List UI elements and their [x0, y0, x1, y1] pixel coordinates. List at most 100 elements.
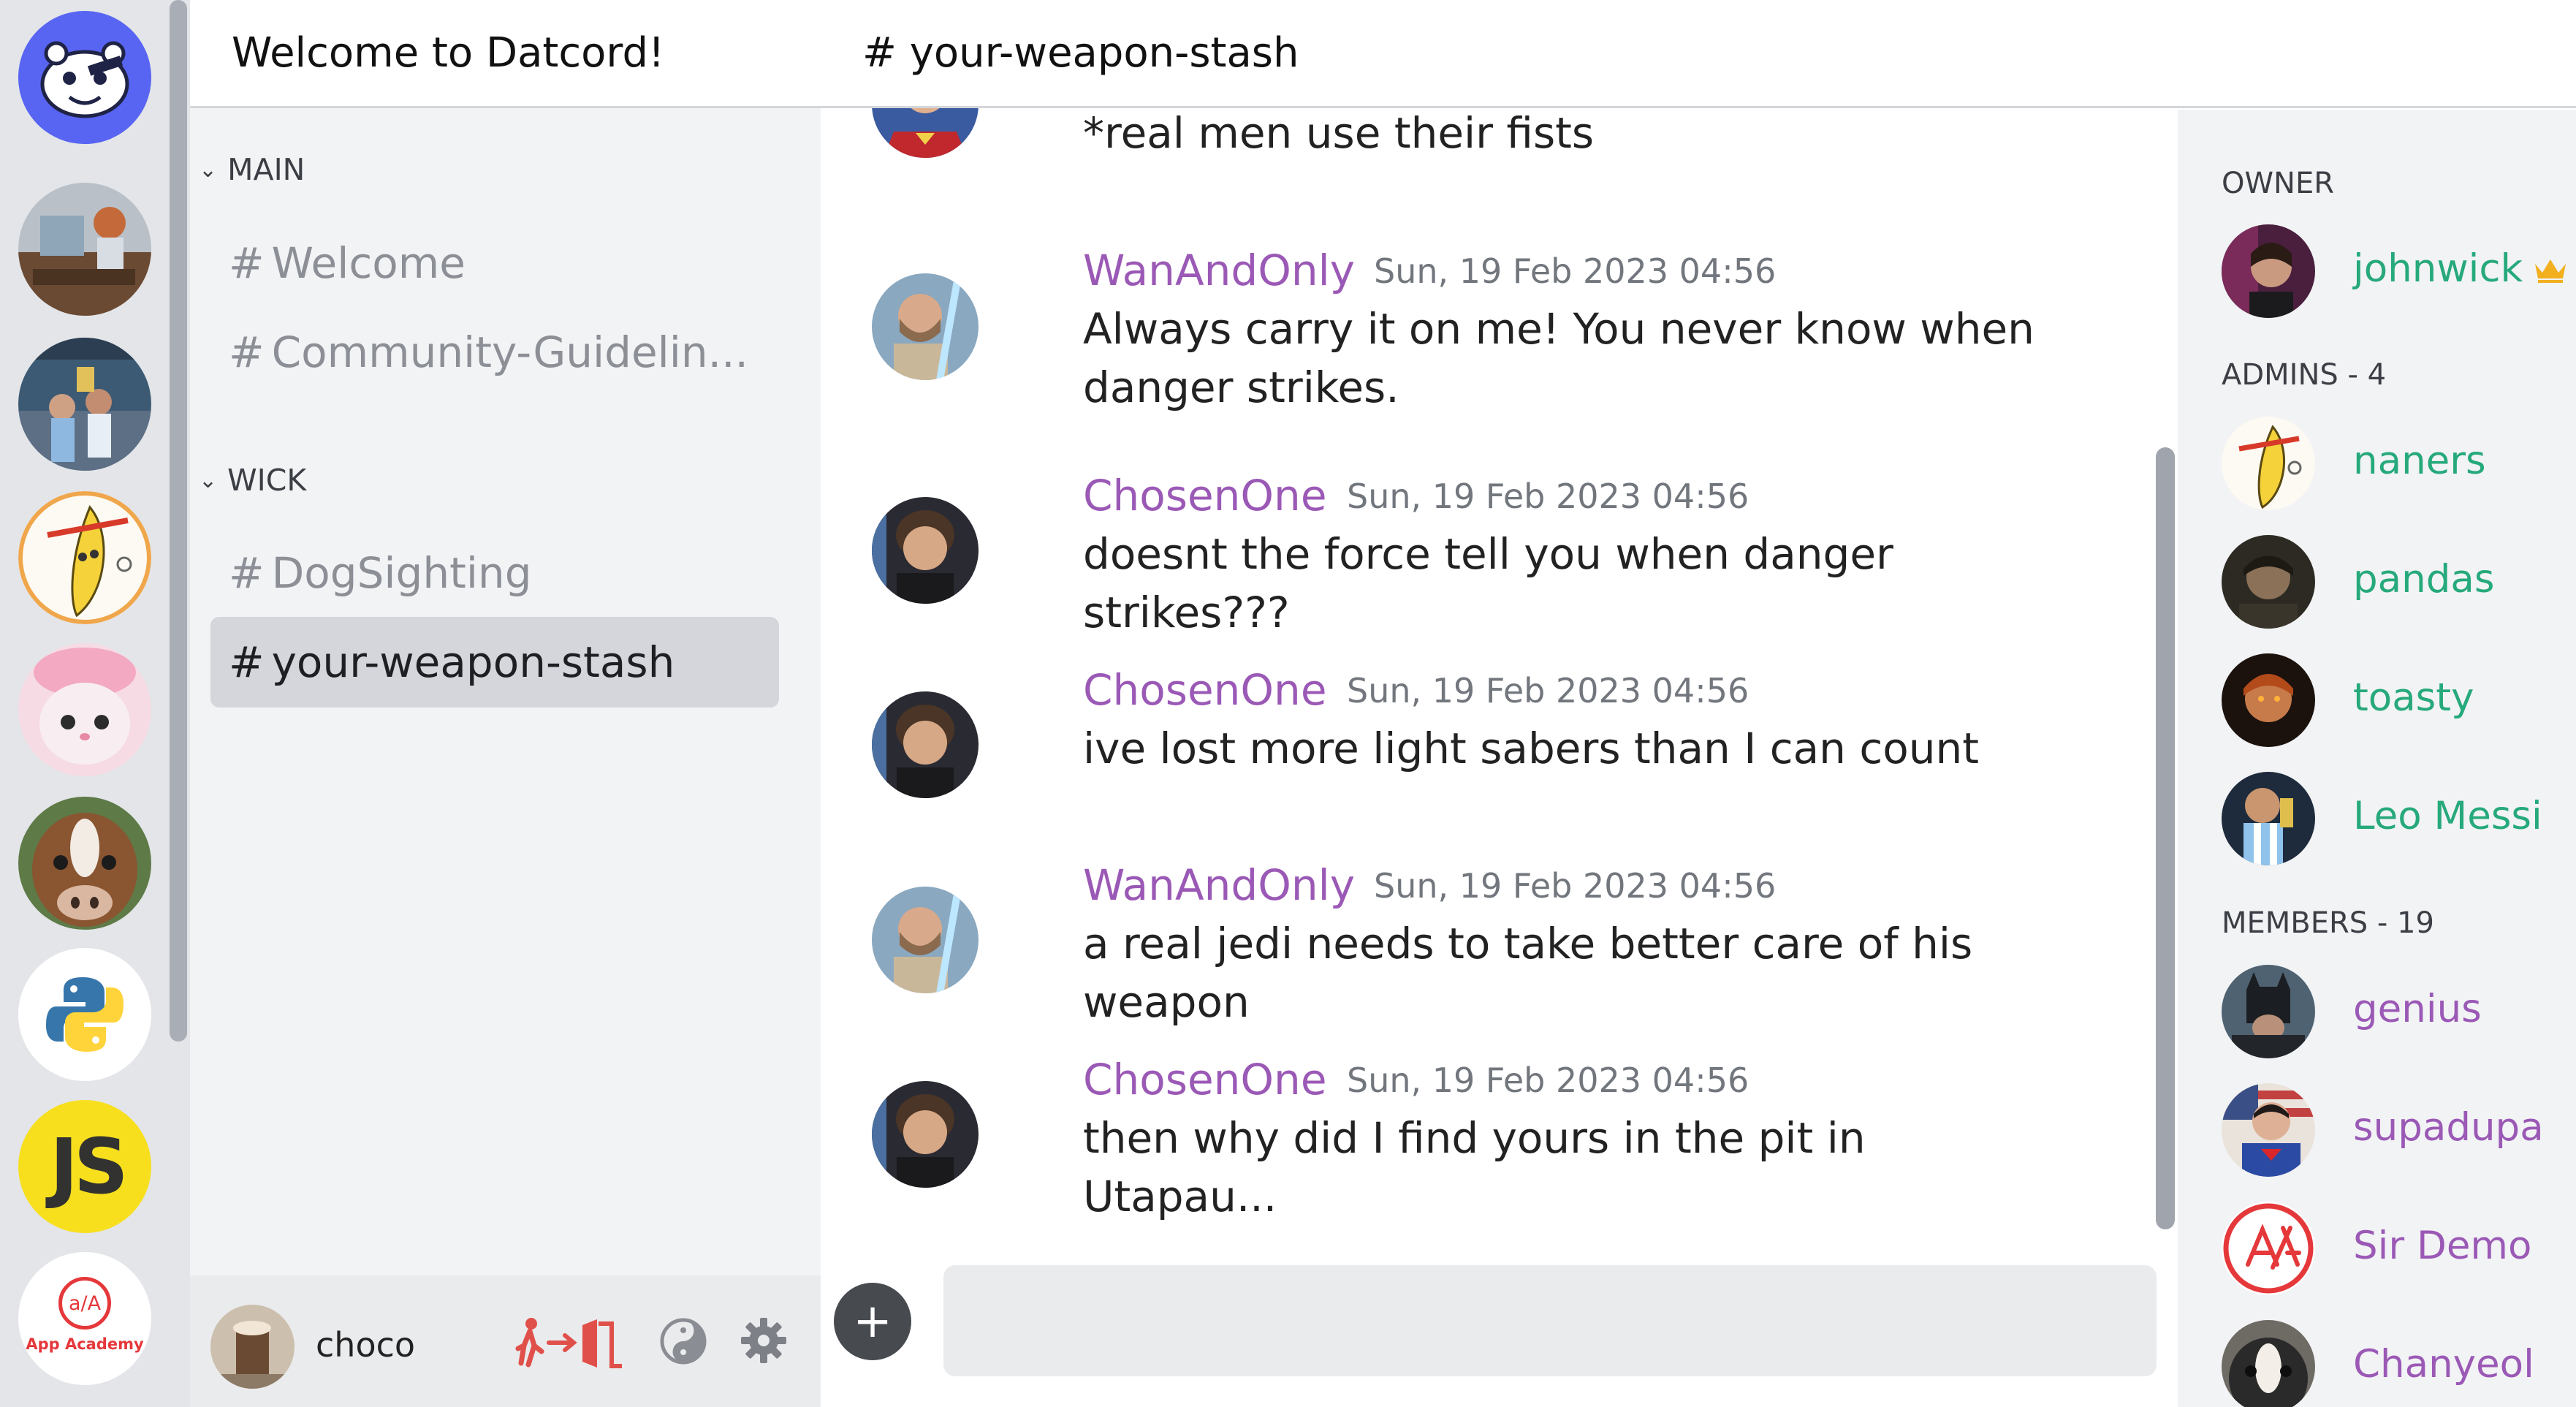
avatar — [2222, 965, 2315, 1058]
pink-cat-server-icon[interactable] — [18, 643, 151, 776]
category-label: WICK — [227, 463, 307, 498]
message-author[interactable]: WanAndOnly — [1083, 246, 1355, 295]
member-name: johnwick — [2353, 246, 2523, 291]
group-title-members: MEMBERS - 19 — [2222, 906, 2434, 940]
member-name: Sir Demo — [2353, 1224, 2532, 1268]
gear-icon[interactable] — [740, 1316, 788, 1365]
member-name: supadupa — [2353, 1105, 2544, 1150]
crown-icon — [2535, 259, 2566, 283]
message-author[interactable]: WanAndOnly — [1083, 860, 1355, 910]
category-main[interactable]: ⌄ MAIN — [199, 152, 305, 187]
member-item[interactable]: naners — [2222, 417, 2576, 512]
avatar[interactable] — [210, 1305, 295, 1389]
server-rail-scrollbar[interactable] — [170, 0, 187, 1042]
avatar[interactable] — [872, 497, 979, 604]
channel-community-guidelines[interactable]: # Community-Guidelin... — [210, 307, 779, 398]
server-rail: JS a/A App Academy — [0, 0, 190, 1407]
message-text: doesnt the force tell you when danger st… — [1083, 529, 1893, 637]
avatar[interactable] — [872, 273, 979, 380]
avatar — [2222, 224, 2315, 318]
member-item[interactable]: toasty — [2222, 653, 2576, 748]
avatar[interactable] — [872, 691, 979, 798]
banana-server-icon[interactable] — [18, 491, 151, 624]
member-item[interactable]: johnwick — [2222, 224, 2576, 319]
category-wick[interactable]: ⌄ WICK — [199, 463, 306, 498]
message-author[interactable]: ChosenOne — [1083, 1055, 1327, 1104]
member-name: Leo Messi — [2353, 794, 2542, 838]
message: ChosenOne Sun, 19 Feb 2023 04:56 doesnt … — [872, 471, 2114, 637]
member-name: pandas — [2353, 557, 2495, 602]
channel-label: your-weapon-stash — [271, 637, 675, 687]
message-text: ive lost more light sabers than I can co… — [1083, 724, 1980, 773]
channel-welcome[interactable]: # Welcome — [210, 218, 779, 308]
chevron-down-icon: ⌄ — [199, 156, 218, 183]
chat-scrollbar[interactable] — [2156, 447, 2175, 1229]
group-title-admins: ADMINS - 4 — [2222, 358, 2387, 392]
avatar — [2222, 535, 2315, 629]
message-timestamp: Sun, 19 Feb 2023 04:56 — [1347, 671, 1749, 710]
channel-label: Welcome — [271, 238, 466, 288]
message-text: then why did I find yours in the pit in … — [1083, 1113, 1866, 1221]
channel-label: Community-Guidelin... — [271, 327, 748, 377]
channel-title: # your-weapon-stash — [821, 0, 2576, 108]
member-name: toasty — [2353, 675, 2474, 720]
member-item[interactable]: genius — [2222, 965, 2576, 1060]
message-timestamp: Sun, 19 Feb 2023 04:56 — [1374, 866, 1777, 906]
message: ChosenOne Sun, 19 Feb 2023 04:56 ive los… — [872, 665, 2114, 801]
category-label: MAIN — [227, 152, 305, 187]
message-author[interactable]: ChosenOne — [1083, 471, 1327, 520]
yin-yang-icon[interactable] — [660, 1318, 707, 1365]
message: ChosenOne Sun, 19 Feb 2023 04:56 then wh… — [872, 1055, 2114, 1221]
member-name: genius — [2353, 987, 2482, 1031]
channel-sidebar: Welcome to Datcord! ⌄ MAIN # Welcome # C… — [190, 0, 821, 1407]
member-item[interactable]: Chanyeol — [2222, 1320, 2576, 1407]
group-title-owner: OWNER — [2222, 167, 2335, 200]
add-attachment-button[interactable]: + — [834, 1283, 911, 1360]
member-name: naners — [2353, 439, 2486, 483]
hash-icon: # — [229, 548, 265, 598]
message-text: *real men use their fists — [1083, 108, 1595, 158]
cow-server-icon[interactable] — [18, 797, 151, 930]
member-item[interactable]: Leo Messi — [2222, 772, 2576, 867]
office-server-icon[interactable] — [18, 183, 151, 316]
message: WanAndOnly Sun, 19 Feb 2023 04:56 Always… — [872, 246, 2114, 434]
avatar — [2222, 772, 2315, 865]
avatar — [2222, 417, 2315, 510]
hash-icon: # — [229, 327, 265, 377]
message-author[interactable]: ChosenOne — [1083, 665, 1327, 715]
avatar[interactable] — [872, 1081, 979, 1188]
message-text: a real jedi needs to take better care of… — [1083, 919, 1973, 1027]
app-academy-logo: a/A — [58, 1277, 111, 1330]
message-timestamp: Sun, 19 Feb 2023 04:56 — [1347, 1061, 1749, 1100]
member-item[interactable]: supadupa — [2222, 1083, 2576, 1178]
member-item[interactable]: Sir Demo — [2222, 1202, 2576, 1297]
logout-icon[interactable] — [515, 1313, 632, 1372]
avatar — [2222, 1083, 2315, 1177]
message-input[interactable] — [943, 1265, 2157, 1376]
user-panel: choco — [190, 1275, 821, 1407]
football-server-icon[interactable] — [18, 338, 151, 471]
avatar[interactable] — [872, 887, 979, 993]
member-list: OWNER johnwick ADMINS - 4 naners pandas … — [2178, 110, 2576, 1407]
chat-panel: # your-weapon-stash *real men use their … — [821, 0, 2576, 1407]
avatar — [2222, 1320, 2315, 1407]
username: choco — [316, 1325, 416, 1365]
channel-label: DogSighting — [271, 548, 532, 598]
avatar — [2222, 653, 2315, 747]
member-name: Chanyeol — [2353, 1342, 2534, 1387]
app-academy-server-icon[interactable]: a/A App Academy — [18, 1252, 151, 1385]
hash-icon: # — [229, 637, 265, 687]
member-item[interactable]: pandas — [2222, 535, 2576, 630]
python-server-icon[interactable] — [18, 948, 151, 1081]
message-text: Always carry it on me! You never know wh… — [1083, 304, 2034, 412]
channel-dogsighting[interactable]: # DogSighting — [210, 528, 779, 618]
channel-your-weapon-stash[interactable]: # your-weapon-stash — [210, 617, 779, 708]
message-timestamp: Sun, 19 Feb 2023 04:56 — [1347, 477, 1749, 516]
message-timestamp: Sun, 19 Feb 2023 04:56 — [1374, 251, 1777, 291]
javascript-server-icon[interactable]: JS — [18, 1100, 151, 1233]
hash-icon: # — [229, 238, 265, 288]
server-title[interactable]: Welcome to Datcord! — [190, 0, 821, 108]
home-server-icon[interactable] — [18, 11, 151, 144]
message: WanAndOnly Sun, 19 Feb 2023 04:56 a real… — [872, 860, 2114, 1027]
avatar — [2222, 1202, 2315, 1295]
